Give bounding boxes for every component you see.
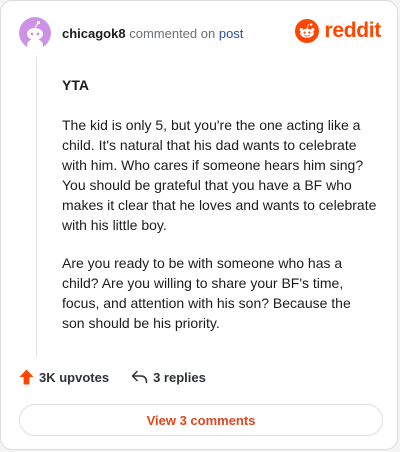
comment-card: chicagok8 commented on post reddit YTA T… [0,0,398,450]
comment-actions: 3K upvotes 3 replies [19,369,206,385]
reddit-wordmark: reddit [324,19,381,42]
comment-verdict: YTA [62,77,89,93]
avatar[interactable] [19,17,51,49]
commented-on-text: commented on [129,25,216,41]
replies-button[interactable]: 3 replies [131,370,206,385]
thread-line [36,57,37,357]
upvote-arrow-icon [19,369,34,385]
upvote-button[interactable]: 3K upvotes [19,369,109,385]
upvote-count: 3K upvotes [39,369,110,385]
view-comments-button[interactable]: View 3 comments [19,404,383,436]
comment-header: chicagok8 commented on post [19,17,243,49]
post-link[interactable]: post [219,26,244,41]
reddit-logo-icon [295,19,320,43]
reply-arrow-icon [131,370,148,384]
reply-count: 3 replies [153,369,206,385]
comment-body: YTA The kid is only 5, but you're the on… [62,75,377,351]
comment-paragraph: Are you ready to be with someone who has… [62,255,351,331]
comment-paragraph: The kid is only 5, but you're the one ac… [62,117,377,233]
reddit-brand: reddit [295,19,381,43]
author-name[interactable]: chicagok8 [62,26,126,41]
comment-meta: chicagok8 commented on post [62,26,243,41]
